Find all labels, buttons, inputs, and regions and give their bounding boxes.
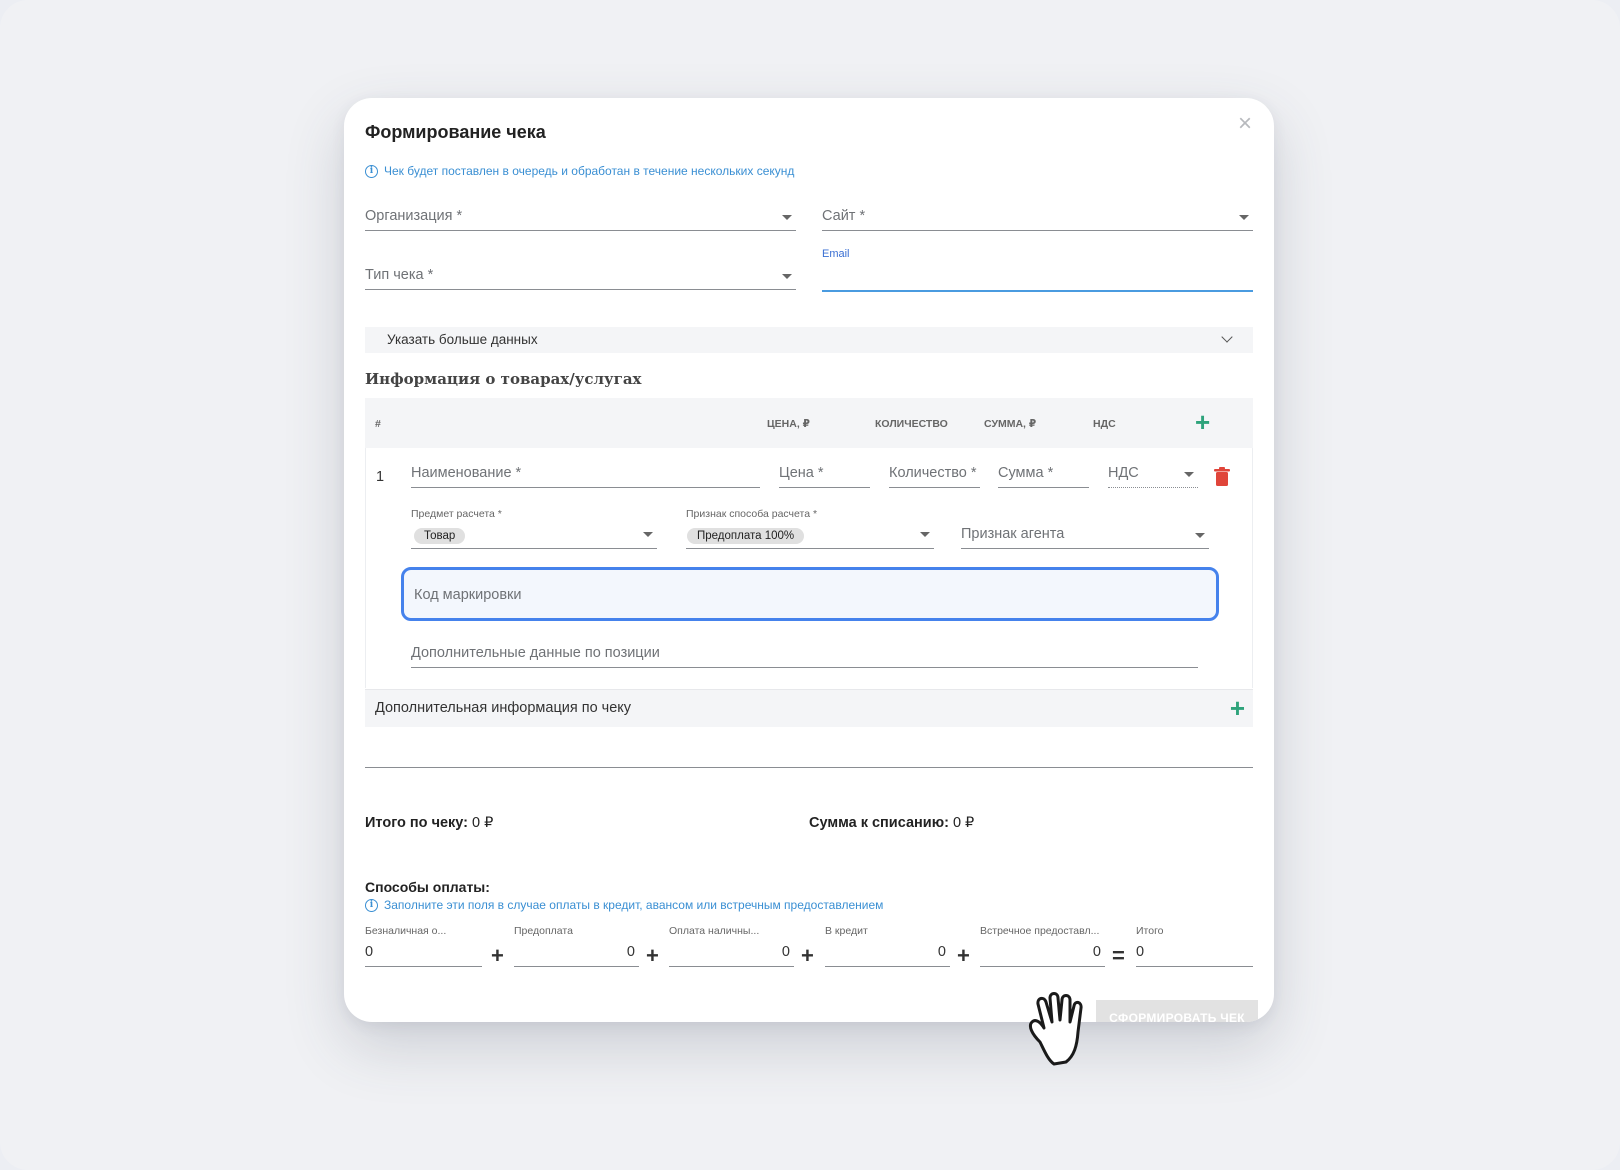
agent-placeholder: Признак агента bbox=[961, 526, 1065, 542]
item-quantity-placeholder: Количество * bbox=[889, 465, 977, 481]
email-input[interactable] bbox=[822, 262, 1253, 290]
col-vat: НДС bbox=[1093, 418, 1116, 430]
plus-operator: + bbox=[957, 943, 970, 968]
payment-total-label: Итого bbox=[1136, 925, 1164, 937]
method-select[interactable] bbox=[686, 518, 934, 549]
plus-operator: + bbox=[801, 943, 814, 968]
organization-label: Организация * bbox=[365, 208, 463, 224]
chevron-down-icon bbox=[1239, 215, 1249, 220]
item-price-input[interactable]: Цена * bbox=[779, 458, 870, 488]
row-index: 1 bbox=[376, 469, 385, 485]
marking-code-input[interactable]: Код маркировки bbox=[401, 567, 1219, 621]
chevron-down-icon bbox=[1195, 533, 1205, 538]
col-sum: СУММА, ₽ bbox=[984, 418, 1037, 430]
receipt-type-label: Тип чека * bbox=[365, 267, 434, 283]
add-item-icon[interactable]: + bbox=[1195, 409, 1210, 435]
item-sum-placeholder: Сумма * bbox=[998, 465, 1054, 481]
receipt-dialog: Формирование чека × i Чек будет поставле… bbox=[344, 98, 1274, 1022]
plus-operator: + bbox=[491, 943, 504, 968]
cashless-label: Безналичная о... bbox=[365, 925, 447, 937]
chevron-down-icon bbox=[782, 274, 792, 279]
close-icon[interactable]: × bbox=[1238, 112, 1252, 136]
extra-receipt-info-label: Дополнительная информация по чеку bbox=[375, 700, 632, 716]
hand-cursor-icon bbox=[1024, 990, 1096, 1071]
position-extra-placeholder: Дополнительные данные по позиции bbox=[411, 645, 660, 661]
add-extra-info-icon[interactable]: + bbox=[1230, 695, 1245, 721]
cashless-value: 0 bbox=[365, 944, 374, 960]
organization-select[interactable]: Организация * bbox=[365, 201, 796, 231]
payment-total-input[interactable]: Итого 0 bbox=[1136, 925, 1253, 967]
item-vat-placeholder: НДС bbox=[1108, 465, 1139, 481]
info-icon: i bbox=[365, 164, 378, 178]
item-vat-select[interactable]: НДС bbox=[1108, 458, 1198, 488]
submit-receipt-button[interactable]: СФОРМИРОВАТЬ ЧЕК bbox=[1096, 1000, 1258, 1022]
trash-icon[interactable] bbox=[1214, 467, 1230, 492]
item-name-placeholder: Наименование * bbox=[411, 465, 522, 481]
equals-operator: = bbox=[1112, 943, 1125, 968]
extra-receipt-info-bar[interactable]: Дополнительная информация по чеку + bbox=[365, 689, 1253, 727]
cash-value: 0 bbox=[781, 944, 790, 960]
col-index: # bbox=[375, 418, 381, 430]
col-quantity: КОЛИЧЕСТВО bbox=[875, 418, 948, 430]
charge-total-label: Сумма к списанию: bbox=[809, 815, 949, 831]
payment-total-value: 0 bbox=[1136, 944, 1145, 960]
queue-notice-text: Чек будет поставлен в очередь и обработа… bbox=[384, 164, 795, 178]
chevron-down-icon bbox=[782, 215, 792, 220]
more-data-label: Указать больше данных bbox=[387, 332, 538, 347]
cash-payment-input[interactable]: Оплата наличны... 0 bbox=[669, 925, 794, 967]
chevron-down-icon bbox=[643, 532, 653, 537]
queue-notice: i Чек будет поставлен в очередь и обрабо… bbox=[365, 164, 794, 178]
credit-value: 0 bbox=[937, 944, 946, 960]
receipt-total-label: Итого по чеку: bbox=[365, 815, 469, 831]
col-price: ЦЕНА, ₽ bbox=[767, 418, 810, 430]
payments-title: Способы оплаты: bbox=[365, 879, 490, 895]
agent-select[interactable]: Признак агента bbox=[961, 519, 1209, 549]
chevron-down-icon bbox=[1221, 331, 1233, 343]
prepayment-value: 0 bbox=[626, 944, 635, 960]
receipt-total-value: 0 ₽ bbox=[472, 815, 494, 831]
payments-notice: i Заполните эти поля в случае оплаты в к… bbox=[365, 898, 883, 912]
email-label: Email bbox=[822, 248, 850, 260]
position-extra-input[interactable]: Дополнительные данные по позиции bbox=[411, 638, 1198, 668]
counter-provision-label: Встречное предоставл... bbox=[980, 925, 1100, 937]
item-name-input[interactable]: Наименование * bbox=[411, 458, 760, 488]
item-sum-input[interactable]: Сумма * bbox=[998, 458, 1089, 488]
items-table-header: # ЦЕНА, ₽ КОЛИЧЕСТВО СУММА, ₽ НДС + bbox=[365, 398, 1253, 448]
cashless-payment-input[interactable]: Безналичная о... 0 bbox=[365, 925, 482, 967]
item-quantity-input[interactable]: Количество * bbox=[889, 458, 980, 488]
marking-code-placeholder: Код маркировки bbox=[414, 587, 522, 603]
cash-label: Оплата наличны... bbox=[669, 925, 760, 937]
charge-total: Сумма к списанию: 0 ₽ bbox=[809, 815, 974, 831]
receipt-type-select[interactable]: Тип чека * bbox=[365, 260, 796, 290]
chevron-down-icon bbox=[920, 532, 930, 537]
subject-select[interactable] bbox=[411, 518, 657, 549]
prepayment-label: Предоплата bbox=[514, 925, 573, 937]
receipt-total: Итого по чеку: 0 ₽ bbox=[365, 815, 493, 831]
more-data-toggle[interactable]: Указать больше данных bbox=[365, 327, 1253, 353]
divider bbox=[365, 767, 1253, 768]
credit-label: В кредит bbox=[825, 925, 868, 937]
payments-notice-text: Заполните эти поля в случае оплаты в кре… bbox=[384, 898, 884, 912]
counter-provision-input[interactable]: Встречное предоставл... 0 bbox=[980, 925, 1105, 967]
item-price-placeholder: Цена * bbox=[779, 465, 824, 481]
email-underline bbox=[822, 290, 1253, 292]
charge-total-value: 0 ₽ bbox=[952, 815, 975, 831]
plus-operator: + bbox=[646, 943, 659, 968]
items-section-title: Информация о товарах/услугах bbox=[365, 370, 642, 388]
prepayment-input[interactable]: Предоплата 0 bbox=[514, 925, 639, 967]
info-icon: i bbox=[365, 898, 378, 912]
site-select[interactable]: Сайт * bbox=[822, 201, 1253, 231]
counter-provision-value: 0 bbox=[1092, 944, 1101, 960]
chevron-down-icon bbox=[1184, 472, 1194, 477]
credit-input[interactable]: В кредит 0 bbox=[825, 925, 950, 967]
dialog-title: Формирование чека bbox=[365, 122, 546, 142]
site-label: Сайт * bbox=[822, 208, 866, 224]
